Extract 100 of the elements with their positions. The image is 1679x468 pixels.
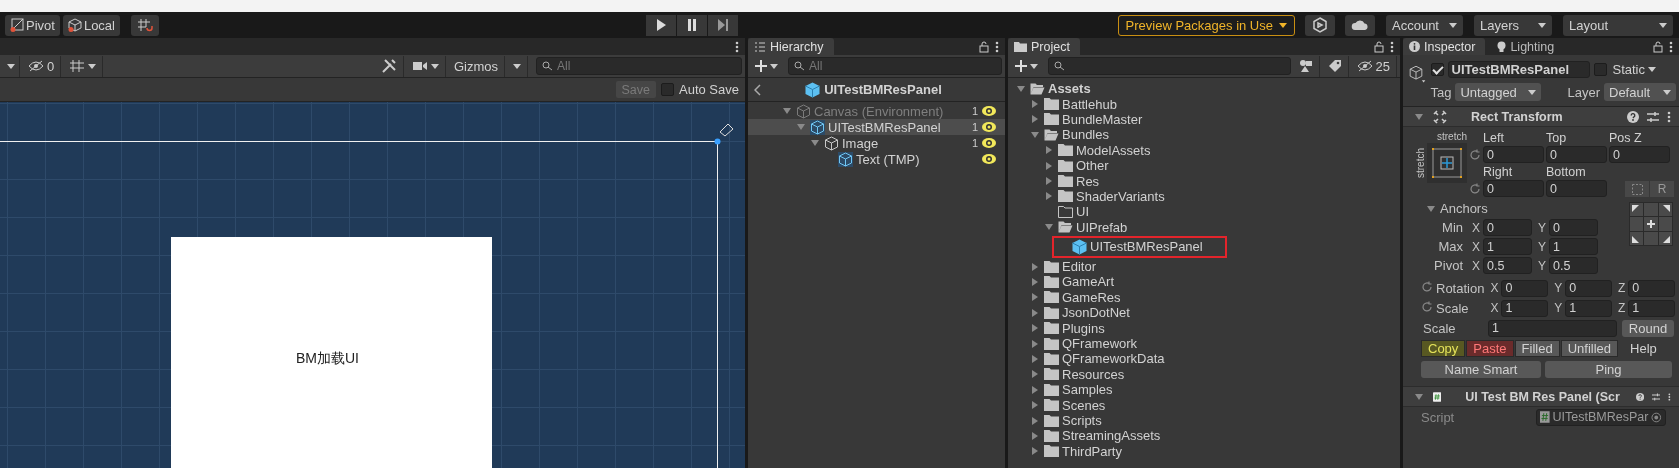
- hierarchy-tab[interactable]: Hierarchy: [748, 38, 834, 55]
- reset-icon[interactable]: [1469, 149, 1481, 161]
- expand-arrow-icon[interactable]: [1032, 308, 1038, 317]
- component-header[interactable]: Rect Transform: [1403, 107, 1679, 127]
- number-field[interactable]: 1: [1483, 238, 1532, 255]
- project-item[interactable]: Scripts: [1008, 412, 1400, 429]
- project-item[interactable]: QFrameworkData: [1008, 351, 1400, 367]
- tool-button[interactable]: Copy: [1421, 340, 1466, 357]
- project-item[interactable]: ShaderVariants: [1008, 188, 1400, 205]
- lock-icon[interactable]: [979, 40, 989, 53]
- number-field[interactable]: 1: [1628, 299, 1675, 317]
- project-item[interactable]: UI: [1008, 204, 1400, 220]
- project-item[interactable]: Other: [1008, 157, 1400, 174]
- project-item[interactable]: ModelAssets: [1008, 142, 1400, 158]
- static-dropdown[interactable]: Static: [1610, 61, 1658, 77]
- more-options-icon[interactable]: [1390, 40, 1394, 53]
- reset-icon[interactable]: [1421, 281, 1433, 293]
- number-field[interactable]: 1: [1565, 299, 1612, 317]
- expand-arrow-icon[interactable]: [1032, 385, 1038, 394]
- reset-icon[interactable]: [1469, 183, 1481, 195]
- name-field[interactable]: UITestBMResPanel: [1447, 60, 1590, 78]
- number-field[interactable]: 0.5: [1549, 257, 1599, 274]
- pivot-button[interactable]: Pivot: [5, 14, 60, 36]
- more-options-icon[interactable]: [1667, 110, 1671, 123]
- expand-arrow-icon[interactable]: [1415, 393, 1423, 400]
- hierarchy-item[interactable]: Image 1: [748, 135, 1005, 151]
- expand-arrow-icon[interactable]: [1046, 192, 1052, 201]
- number-field[interactable]: 0: [1609, 146, 1670, 163]
- project-item[interactable]: UIPrefab: [1008, 219, 1400, 235]
- tag-dropdown[interactable]: Untagged: [1455, 83, 1542, 101]
- back-icon[interactable]: [754, 83, 762, 96]
- toolbar-dropdown[interactable]: Layout: [1563, 14, 1673, 36]
- anchor-presets-button[interactable]: [1427, 143, 1467, 183]
- active-checkbox[interactable]: [1430, 62, 1444, 76]
- lock-icon[interactable]: [1653, 40, 1663, 53]
- project-item[interactable]: ThirdParty: [1008, 443, 1400, 459]
- expand-arrow-icon[interactable]: [1032, 401, 1038, 410]
- project-item[interactable]: Resources: [1008, 366, 1400, 383]
- help-icon[interactable]: [1627, 110, 1639, 123]
- expand-arrow-icon[interactable]: [811, 140, 819, 146]
- project-item[interactable]: GameRes: [1008, 289, 1400, 306]
- expand-arrow-icon[interactable]: [1032, 370, 1038, 379]
- project-item[interactable]: Battlehub: [1008, 96, 1400, 112]
- project-item[interactable]: UITestBMResPanel: [1008, 234, 1400, 259]
- number-field[interactable]: 0: [1483, 146, 1544, 163]
- expand-arrow-icon[interactable]: [1032, 293, 1038, 302]
- number-field[interactable]: 0: [1483, 180, 1544, 197]
- blueprint-mode-button[interactable]: [1625, 181, 1649, 197]
- visibility-icon[interactable]: [981, 137, 997, 149]
- search-field[interactable]: [1048, 57, 1291, 75]
- tool-button[interactable]: Filled: [1514, 340, 1560, 357]
- tool-button[interactable]: Ping: [1545, 361, 1672, 378]
- number-field[interactable]: 1: [1501, 299, 1549, 317]
- toolbar-dropdown[interactable]: Account: [1386, 14, 1463, 36]
- presets-icon[interactable]: [1647, 110, 1659, 123]
- cloud-button[interactable]: [1345, 14, 1375, 36]
- expand-arrow-icon[interactable]: [1046, 146, 1052, 155]
- number-field[interactable]: 0: [1546, 180, 1607, 197]
- visibility-icon[interactable]: [981, 105, 997, 117]
- tool-button[interactable]: Unfilled: [1560, 340, 1619, 357]
- hierarchy-item[interactable]: UITestBMResPanel 1: [748, 119, 1005, 135]
- project-item[interactable]: Scenes: [1008, 397, 1400, 413]
- expand-arrow-icon[interactable]: [1032, 447, 1038, 456]
- tool-button[interactable]: Name Smart: [1421, 361, 1541, 378]
- expand-arrow-icon[interactable]: [1032, 354, 1038, 363]
- expand-arrow-icon[interactable]: [1032, 115, 1038, 124]
- inspector-tab[interactable]: Inspector: [1403, 38, 1486, 55]
- expand-arrow-icon[interactable]: [1032, 262, 1038, 271]
- more-options-icon[interactable]: [1668, 390, 1671, 403]
- expand-arrow-icon[interactable]: [1415, 113, 1423, 120]
- auto-save-checkbox[interactable]: [661, 83, 674, 96]
- project-item[interactable]: Assets: [1008, 81, 1400, 97]
- project-item[interactable]: Plugins: [1008, 320, 1400, 336]
- project-item[interactable]: GameArt: [1008, 274, 1400, 290]
- project-item[interactable]: StreamingAssets: [1008, 428, 1400, 444]
- project-item[interactable]: Samples: [1008, 382, 1400, 398]
- number-field[interactable]: 0: [1565, 279, 1612, 297]
- visibility-icon[interactable]: [981, 121, 997, 133]
- reset-icon[interactable]: [1421, 301, 1433, 313]
- number-field[interactable]: 1: [1549, 238, 1599, 255]
- play-button[interactable]: [646, 14, 676, 36]
- project-item[interactable]: QFramework: [1008, 335, 1400, 352]
- toolbar-dropdown[interactable]: Layers: [1474, 14, 1552, 36]
- help-icon[interactable]: [1635, 390, 1645, 403]
- static-checkbox[interactable]: [1593, 62, 1607, 76]
- number-field[interactable]: 0: [1483, 219, 1532, 236]
- more-options-icon[interactable]: [735, 40, 739, 53]
- project-tab[interactable]: Project: [1008, 38, 1080, 55]
- expand-arrow-icon[interactable]: [1031, 131, 1039, 138]
- hierarchy-item[interactable]: Text (TMP): [748, 151, 1005, 167]
- target-icon[interactable]: [1651, 411, 1662, 423]
- expand-arrow-icon[interactable]: [1032, 100, 1038, 109]
- expand-arrow-icon[interactable]: [1032, 431, 1038, 440]
- expand-arrow-icon[interactable]: [1032, 324, 1038, 333]
- step-button[interactable]: [708, 14, 738, 36]
- local-button[interactable]: Local: [62, 14, 120, 36]
- more-options-icon[interactable]: [1669, 40, 1673, 53]
- layer-dropdown[interactable]: Default: [1604, 83, 1676, 101]
- expand-arrow-icon[interactable]: [1046, 177, 1052, 186]
- component-header[interactable]: UI Test BM Res Panel (Scr: [1403, 386, 1679, 407]
